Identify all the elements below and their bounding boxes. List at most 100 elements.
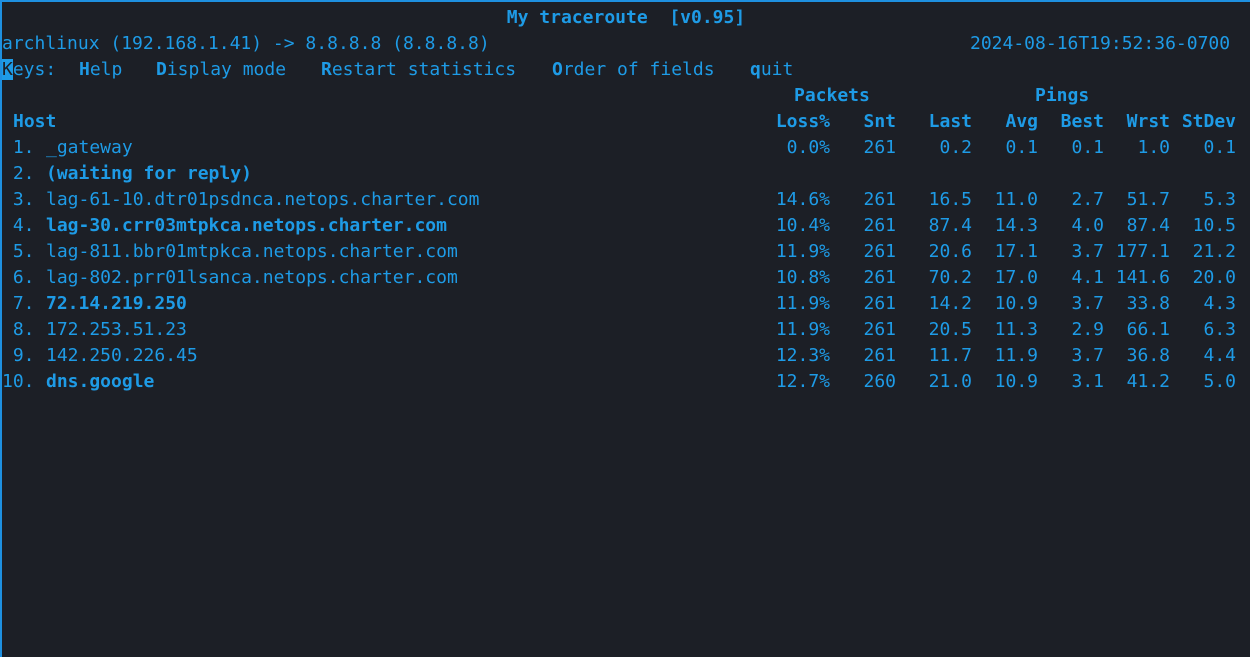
- hop-snt: 261: [863, 319, 896, 340]
- hop-stdev: 20.0: [1192, 267, 1236, 288]
- hop-loss: 10.8%: [775, 267, 830, 288]
- pings-group-header: Pings: [1035, 85, 1090, 106]
- hop-host: lag-61-10.dtr01psdnca.netops.charter.com: [46, 189, 480, 210]
- hop-avg: 17.1: [994, 241, 1038, 262]
- hop-best: 3.7: [1071, 345, 1104, 366]
- hop-snt: 261: [863, 189, 896, 210]
- hop-loss: 11.9%: [775, 319, 830, 340]
- hop-last: 16.5: [928, 189, 972, 210]
- terminal-cursor: K: [2, 59, 13, 80]
- col-last: Last: [928, 111, 972, 132]
- hop-loss: 11.9%: [775, 241, 830, 262]
- hop-snt: 261: [863, 241, 896, 262]
- hop-host: dns.google: [46, 371, 155, 392]
- hop-row: 1. _gateway 0.0% 261 0.2 0.1 0.1 1.0 0.1: [2, 135, 1250, 161]
- hop-avg: 11.0: [994, 189, 1038, 210]
- hop-wrst: 41.2: [1126, 371, 1170, 392]
- hop-snt: 261: [863, 345, 896, 366]
- hop-host: lag-802.prr01lsanca.netops.charter.com: [46, 267, 458, 288]
- hop-host: 172.253.51.23: [46, 319, 187, 340]
- hop-best: 3.1: [1071, 371, 1104, 392]
- hop-wrst: 141.6: [1115, 267, 1170, 288]
- hop-wrst: 177.1: [1115, 241, 1170, 262]
- hop-best: 3.7: [1071, 241, 1104, 262]
- hop-host: lag-811.bbr01mtpkca.netops.charter.com: [46, 241, 458, 262]
- key-quit[interactable]: quit: [750, 57, 793, 83]
- hop-number: 7.: [2, 293, 35, 314]
- hop-best: 3.7: [1071, 293, 1104, 314]
- col-host: Host: [13, 111, 57, 132]
- hop-snt: 261: [863, 215, 896, 236]
- hop-last: 0.2: [939, 137, 972, 158]
- hop-snt: 261: [863, 267, 896, 288]
- hop-stdev: 6.3: [1203, 319, 1236, 340]
- hop-stdev: 4.3: [1203, 293, 1236, 314]
- hop-snt: 261: [863, 293, 896, 314]
- hop-wrst: 33.8: [1126, 293, 1170, 314]
- key-help[interactable]: Help: [79, 57, 122, 83]
- col-wrst: Wrst: [1126, 111, 1170, 132]
- hop-snt: 261: [863, 137, 896, 158]
- key-restart-statistics[interactable]: Restart statistics: [321, 57, 516, 83]
- hop-row: 7. 72.14.219.250 11.9% 261 14.2 10.9 3.7 33.8 4.…: [2, 291, 1250, 317]
- hop-host: (waiting for reply): [46, 163, 252, 184]
- hop-best: 4.1: [1071, 267, 1104, 288]
- hop-host: lag-30.crr03mtpkca.netops.charter.com: [46, 215, 447, 236]
- hop-stdev: 4.4: [1203, 345, 1236, 366]
- hop-number: 9.: [2, 345, 35, 366]
- route-header-line: archlinux (192.168.1.41) -> 8.8.8.8 (8.8…: [2, 31, 1250, 57]
- hop-avg: 17.0: [994, 267, 1038, 288]
- app-title: My traceroute [v0.95]: [506, 7, 746, 28]
- hop-wrst: 1.0: [1137, 137, 1170, 158]
- col-stdev: StDev: [1181, 111, 1236, 132]
- source-destination: archlinux (192.168.1.41) -> 8.8.8.8 (8.8…: [2, 33, 490, 54]
- hop-row: 2. (waiting for reply): [2, 161, 1250, 187]
- key-display-mode[interactable]: Display mode: [156, 57, 286, 83]
- hop-host: 72.14.219.250: [46, 293, 187, 314]
- hop-wrst: 66.1: [1126, 319, 1170, 340]
- hop-best: 0.1: [1071, 137, 1104, 158]
- hop-row: 8. 172.253.51.23 11.9% 261 20.5 11.3 2.9 66.1 6.…: [2, 317, 1250, 343]
- terminal-window[interactable]: My traceroute [v0.95] archlinux (192.168…: [0, 0, 1250, 657]
- timestamp: 2024-08-16T19:52:36-0700: [970, 33, 1231, 54]
- hop-last: 14.2: [928, 293, 972, 314]
- hop-avg: 11.3: [994, 319, 1038, 340]
- packets-group-header: Packets: [794, 85, 870, 106]
- hop-row: 10. dns.google 12.7% 260 21.0 10.9 3.1 41.2 5.0: [2, 369, 1250, 395]
- key-order-of-fields[interactable]: Order of fields: [552, 57, 715, 83]
- hop-number: 2.: [2, 163, 35, 184]
- hop-host: 142.250.226.45: [46, 345, 198, 366]
- hop-row: 3. lag-61-10.dtr01psdnca.netops.charter.c…: [2, 187, 1250, 213]
- hop-avg: 10.9: [994, 293, 1038, 314]
- hop-host: _gateway: [46, 137, 133, 158]
- hop-number: 5.: [2, 241, 35, 262]
- hop-stdev: 5.3: [1203, 189, 1236, 210]
- hop-wrst: 51.7: [1126, 189, 1170, 210]
- hop-loss: 12.7%: [775, 371, 830, 392]
- column-header-row: Host Loss% Snt Last Avg Best Wrst StDev: [2, 109, 1250, 135]
- hop-stdev: 10.5: [1192, 215, 1236, 236]
- keys-label: Keys:: [2, 59, 57, 80]
- hop-stdev: 21.2: [1192, 241, 1236, 262]
- hop-best: 2.9: [1071, 319, 1104, 340]
- hop-last: 70.2: [928, 267, 972, 288]
- hop-avg: 11.9: [994, 345, 1038, 366]
- hop-last: 21.0: [928, 371, 972, 392]
- hop-number: 4.: [2, 215, 35, 236]
- hop-row: 5. lag-811.bbr01mtpkca.netops.charter.com…: [2, 239, 1250, 265]
- col-loss: Loss%: [775, 111, 830, 132]
- hop-row: 4. lag-30.crr03mtpkca.netops.charter.com 1…: [2, 213, 1250, 239]
- hop-loss: 11.9%: [775, 293, 830, 314]
- hop-row: 9. 142.250.226.45 12.3% 261 11.7 11.9 3.7 36.8 4…: [2, 343, 1250, 369]
- hop-avg: 10.9: [994, 371, 1038, 392]
- hop-last: 20.6: [928, 241, 972, 262]
- hop-number: 10.: [2, 371, 35, 392]
- hop-loss: 12.3%: [775, 345, 830, 366]
- hop-last: 87.4: [928, 215, 972, 236]
- hop-number: 3.: [2, 189, 35, 210]
- hop-loss: 14.6%: [775, 189, 830, 210]
- group-header-line: Packets Pings: [2, 83, 1250, 109]
- hop-stdev: 0.1: [1203, 137, 1236, 158]
- hop-row: 6. lag-802.prr01lsanca.netops.charter.com…: [2, 265, 1250, 291]
- hop-wrst: 36.8: [1126, 345, 1170, 366]
